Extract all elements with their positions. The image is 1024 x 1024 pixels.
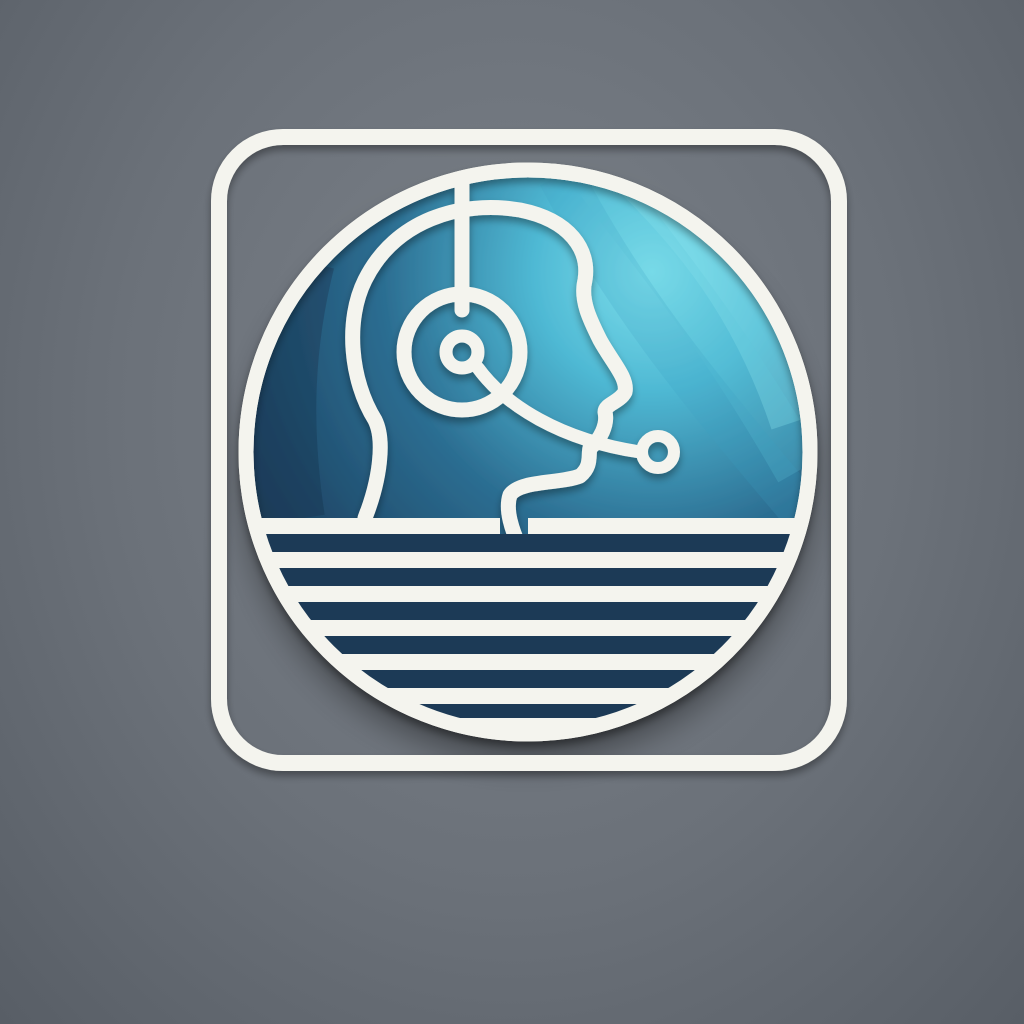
customer-support-headset-icon <box>211 129 847 771</box>
icon-canvas <box>0 0 1024 1024</box>
app-icon <box>0 0 1024 1024</box>
